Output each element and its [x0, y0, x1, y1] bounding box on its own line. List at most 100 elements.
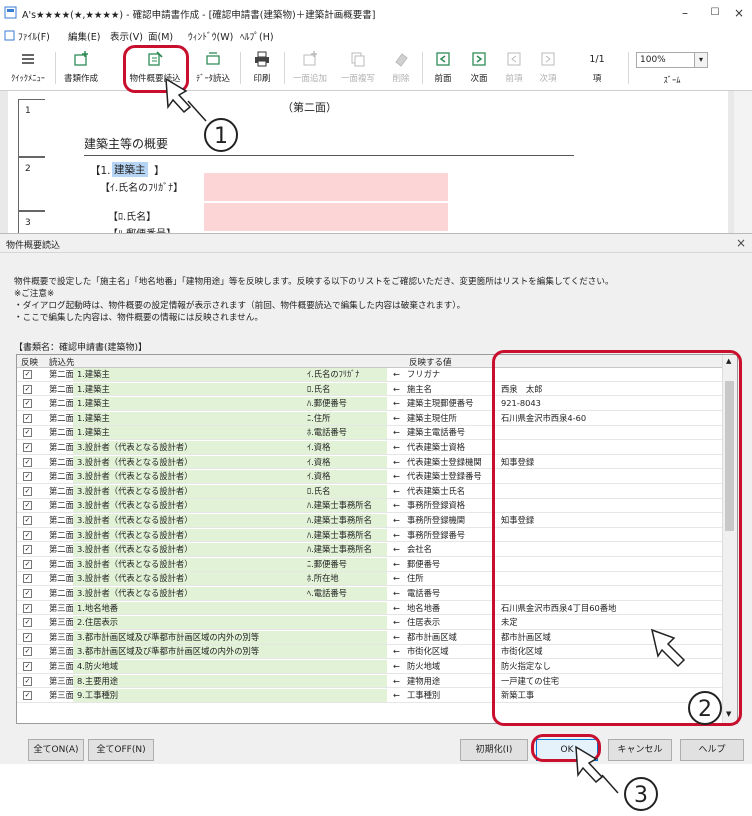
item-1-close: 】: [154, 165, 165, 177]
row-page: 第二面: [49, 383, 73, 394]
row-item: 1.建築主: [77, 383, 110, 394]
row-checkbox[interactable]: ✓: [23, 486, 32, 496]
reset-button[interactable]: 初期化(I): [460, 739, 528, 761]
row-checkbox[interactable]: ✓: [23, 501, 32, 511]
row-field: 住所: [407, 573, 424, 584]
add-page-button[interactable]: 一面追加: [288, 44, 332, 90]
row-checkbox[interactable]: ✓: [23, 530, 32, 540]
row-sub: ｲ.資格: [307, 456, 331, 467]
row-page: 第二面: [49, 369, 73, 379]
page-tab-2[interactable]: 2: [18, 157, 45, 211]
row-checkbox[interactable]: ✓: [23, 676, 32, 686]
row-item: 3.都市計画区域及び準都市計画区域の内外の別等: [77, 631, 260, 642]
field-name-input[interactable]: [204, 203, 448, 231]
arrow-left-icon: ←: [393, 544, 400, 555]
info-line: ・ダイアログ起動時は、物件概要の設定情報が表示されます（前回、物件概要読込で編集…: [14, 301, 466, 311]
all-off-button[interactable]: 全てOFF(N): [88, 739, 154, 761]
menu-help[interactable]: ﾍﾙﾌﾟ(H): [240, 29, 274, 43]
menu-window[interactable]: ｳｨﾝﾄﾞｳ(W): [188, 29, 233, 43]
doc-icon: [4, 30, 15, 41]
info-line: ・ここで編集した内容は、物件概要の情報には反映されません。: [14, 313, 263, 323]
row-checkbox[interactable]: ✓: [23, 443, 32, 452]
copy-page-button[interactable]: 一面複写: [336, 44, 380, 90]
row-checkbox[interactable]: ✓: [23, 691, 32, 701]
dialog-title: 物件概要読込: [6, 241, 61, 251]
help-button[interactable]: ヘルプ: [680, 739, 744, 761]
row-item: 3.設計者（代表となる設計者）: [77, 471, 193, 482]
row-checkbox[interactable]: ✓: [23, 647, 32, 657]
add-page-icon: [301, 50, 319, 68]
document-name: 【書類名：確認申請書(建築物)】: [14, 343, 148, 353]
row-checkbox[interactable]: ✓: [23, 545, 32, 555]
row-sub: ﾊ.建築士事務所名: [307, 515, 372, 525]
row-checkbox[interactable]: ✓: [23, 457, 32, 467]
zoom-control[interactable]: 100% ▾ ｽﾞｰﾑ: [636, 44, 708, 90]
row-field: 施主名: [407, 383, 432, 394]
row-checkbox[interactable]: ✓: [23, 589, 32, 598]
app-icon: [4, 6, 17, 19]
row-sub: ｲ.氏名のﾌﾘｶﾞﾅ: [307, 369, 360, 379]
prev-page-button[interactable]: 前面: [426, 44, 460, 90]
menu-file[interactable]: ﾌｧｲﾙ(F): [18, 29, 50, 43]
row-page: 第三面: [49, 631, 73, 642]
row-sub: ﾛ.氏名: [307, 383, 331, 394]
quick-menu-button[interactable]: ｸｲｯｸﾒﾆｭｰ: [6, 44, 50, 90]
row-page: 第二面: [49, 515, 73, 525]
item-1-label: 【1.: [90, 165, 111, 177]
row-checkbox[interactable]: ✓: [23, 428, 32, 438]
row-field: 住居表示: [407, 617, 441, 628]
next-item-button[interactable]: 次項: [532, 44, 564, 90]
row-item: 1.建築主: [77, 427, 110, 438]
dialog-close-button[interactable]: ×: [736, 236, 746, 250]
menu-page[interactable]: 面(M): [148, 29, 173, 43]
step-3-badge: 3: [624, 777, 658, 811]
close-button[interactable]: ×: [724, 4, 752, 22]
info-line: ※ご注意※: [14, 289, 55, 299]
row-checkbox[interactable]: ✓: [23, 574, 32, 584]
row-field: 電話番号: [407, 588, 441, 598]
arrow-left-icon: ←: [393, 383, 400, 394]
prev-item-button[interactable]: 前項: [498, 44, 530, 90]
row-checkbox[interactable]: ✓: [23, 370, 32, 379]
row-field: 事務所登録機関: [407, 515, 466, 525]
printer-icon: [253, 50, 271, 68]
row-checkbox[interactable]: ✓: [23, 632, 32, 642]
row-checkbox[interactable]: ✓: [23, 472, 32, 482]
row-checkbox[interactable]: ✓: [23, 516, 32, 525]
zoom-select[interactable]: 100%: [636, 52, 695, 68]
row-checkbox[interactable]: ✓: [23, 399, 32, 409]
pointer-arrow-icon: [572, 743, 632, 799]
toolbar-separator: [628, 52, 629, 84]
row-field: 建物用途: [407, 675, 441, 686]
row-checkbox[interactable]: ✓: [23, 559, 32, 569]
arrow-left-icon: ←: [393, 442, 400, 452]
row-page: 第二面: [49, 588, 73, 598]
row-field: 都市計画区域: [407, 631, 457, 642]
menu-view[interactable]: 表示(V): [110, 29, 143, 43]
row-page: 第二面: [49, 471, 73, 482]
all-on-button[interactable]: 全てON(A): [28, 739, 84, 761]
row-checkbox[interactable]: ✓: [23, 662, 32, 671]
row-item: 3.設計者（代表となる設計者）: [77, 558, 193, 569]
field-kana-input[interactable]: [204, 173, 448, 201]
dialog-info: 物件概要で設定した「施主名」「地名地番」「建物用途」等を反映します。反映する以下…: [14, 276, 744, 324]
row-checkbox[interactable]: ✓: [23, 384, 32, 394]
row-checkbox[interactable]: ✓: [23, 603, 32, 613]
chevron-down-icon[interactable]: ▾: [694, 52, 708, 68]
next-page-button[interactable]: 次面: [462, 44, 496, 90]
header-reflect: 反映: [21, 358, 39, 368]
minimize-button[interactable]: –: [670, 4, 700, 22]
item-1-selected[interactable]: 建築主: [112, 162, 148, 177]
page-tab-1[interactable]: 1: [18, 99, 45, 157]
create-docs-button[interactable]: 書類作成: [58, 44, 104, 90]
menu-edit[interactable]: 編集(E): [68, 29, 100, 43]
row-sub: ﾊ.郵便番号: [307, 398, 347, 409]
row-item: 8.主要用途: [77, 675, 119, 686]
row-checkbox[interactable]: ✓: [23, 618, 32, 628]
row-field: 郵便番号: [407, 558, 441, 569]
print-button[interactable]: 印刷: [244, 44, 280, 90]
row-checkbox[interactable]: ✓: [23, 413, 32, 423]
delete-button[interactable]: 削除: [384, 44, 418, 90]
row-sub: ﾊ.建築士事務所名: [307, 544, 372, 555]
arrow-left-icon: ←: [393, 412, 400, 423]
